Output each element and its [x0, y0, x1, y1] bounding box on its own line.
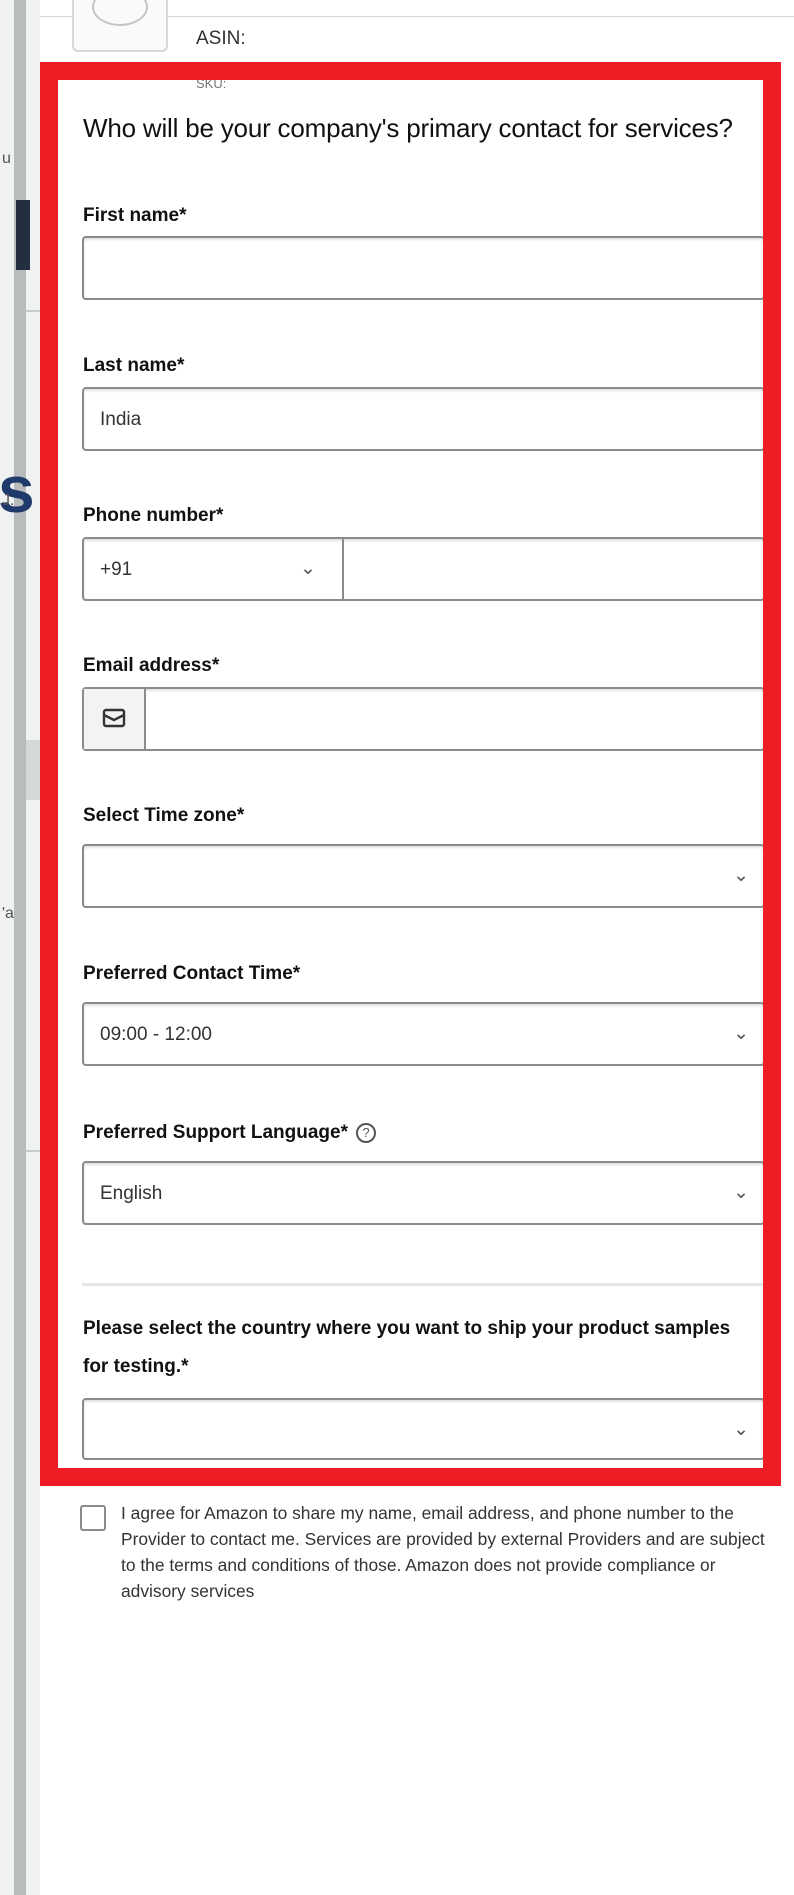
- product-thumbnail: [72, 0, 168, 52]
- highlight-frame: [40, 62, 781, 1486]
- scrollbar-track[interactable]: [14, 0, 26, 1895]
- background-divider: [26, 740, 40, 800]
- background-heading-fragment: s: [0, 452, 35, 526]
- background-text-fragment: 'a: [2, 905, 14, 922]
- background-nav-block: [16, 200, 30, 270]
- background-divider: [26, 1150, 40, 1152]
- background-text-fragment: u: [2, 150, 11, 167]
- asin-label: ASIN:: [196, 28, 246, 49]
- consent-checkbox[interactable]: [80, 1505, 106, 1531]
- background-divider: [26, 310, 40, 312]
- background-text-fragment: J.: [2, 492, 15, 509]
- consent-text: I agree for Amazon to share my name, ema…: [121, 1503, 765, 1601]
